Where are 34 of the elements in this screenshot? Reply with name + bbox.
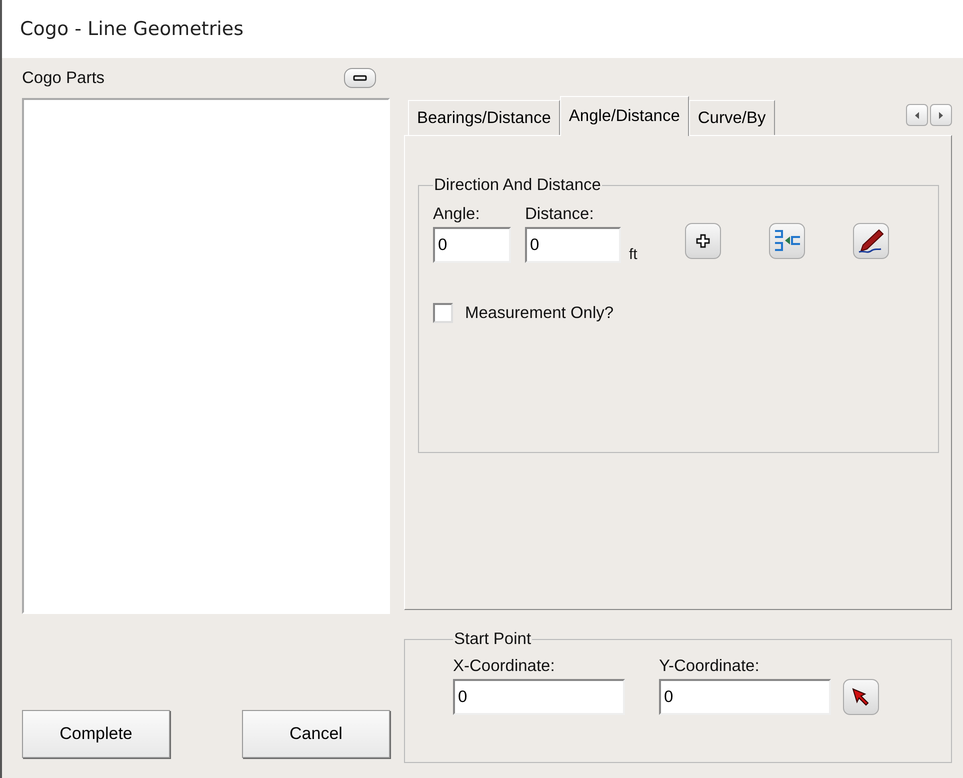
right-arrow-icon <box>939 112 943 118</box>
insert-button[interactable] <box>769 223 806 259</box>
brackets-arrow-icon <box>773 228 802 254</box>
tab[interactable]: Curve/By <box>688 100 775 135</box>
tab[interactable]: Angle/Distance <box>560 96 689 136</box>
collapse-button[interactable] <box>344 68 376 88</box>
scroll-right-button[interactable] <box>930 104 952 126</box>
scroll-left-button[interactable] <box>906 104 928 126</box>
field-label: Distance: <box>525 205 595 224</box>
field-label: X-Coordinate: <box>453 657 556 676</box>
window-title: Cogo - Line Geometries <box>20 18 244 40</box>
cursor-arrow-icon <box>851 687 871 707</box>
field-label: Y-Coordinate: <box>659 657 760 676</box>
pick-point-button[interactable] <box>843 679 879 715</box>
dialog-button[interactable]: Complete <box>22 710 170 758</box>
x-coordinate-field[interactable]: 0 <box>453 679 625 715</box>
add-button[interactable] <box>685 223 722 259</box>
edit-button[interactable] <box>853 223 890 259</box>
panel-label: Cogo Parts <box>22 68 105 88</box>
y-coordinate-field[interactable]: 0 <box>659 679 831 715</box>
distance-field[interactable]: 0 <box>525 227 621 263</box>
pencil-icon <box>857 228 886 254</box>
field-label: Angle: <box>433 205 481 224</box>
checkbox-label: Measurement Only? <box>465 304 614 322</box>
angle-field[interactable]: 0 <box>433 227 511 263</box>
minus-icon <box>353 75 367 81</box>
group-title: Direction And Distance <box>433 176 602 195</box>
left-arrow-icon <box>915 112 919 118</box>
unit-label: ft <box>629 246 638 263</box>
group-title: Start Point <box>453 630 532 649</box>
plus-icon <box>696 234 710 248</box>
checkbox[interactable] <box>433 303 453 323</box>
tab[interactable]: Bearings/Distance <box>408 100 560 135</box>
dialog-button[interactable]: Cancel <box>242 710 390 758</box>
